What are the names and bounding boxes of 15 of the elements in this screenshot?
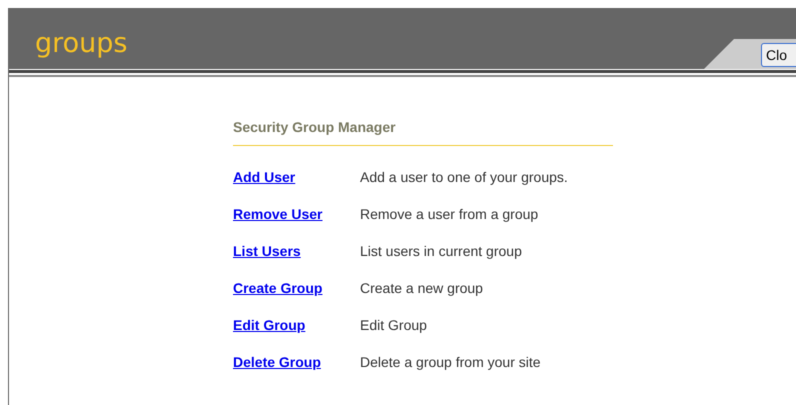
action-link[interactable]: Delete Group [233, 352, 360, 372]
action-description: List users in current group [360, 242, 522, 261]
close-button[interactable]: Clo [761, 43, 796, 67]
action-link[interactable]: Edit Group [233, 315, 360, 335]
action-link[interactable]: Remove User [233, 204, 360, 224]
page-title: groups [34, 28, 128, 61]
action-description: Add a user to one of your groups. [360, 168, 568, 187]
action-link[interactable]: Create Group [233, 278, 360, 298]
action-description: Remove a user from a group [360, 205, 538, 224]
action-link[interactable]: List Users [233, 241, 360, 261]
action-link[interactable]: Add User [233, 167, 360, 187]
panel-title: Security Group Manager [233, 119, 613, 146]
action-description: Delete a group from your site [360, 353, 541, 372]
action-description: Create a new group [360, 279, 483, 298]
action-description: Edit Group [360, 316, 427, 335]
